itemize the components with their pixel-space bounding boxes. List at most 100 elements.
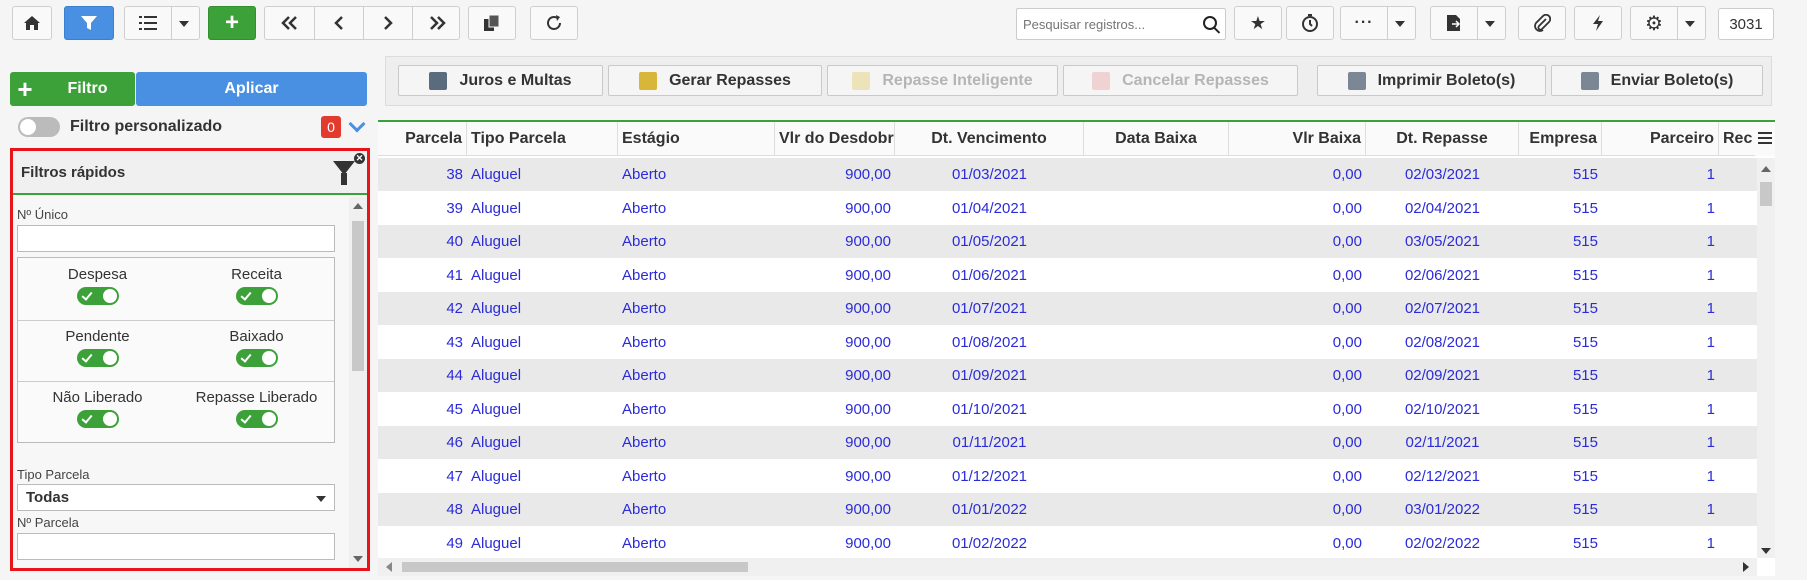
cell-data-baixa[interactable] bbox=[1084, 493, 1229, 526]
next-record-button[interactable] bbox=[363, 7, 412, 39]
scroll-thumb[interactable] bbox=[402, 562, 748, 572]
search-icon[interactable] bbox=[1203, 16, 1217, 30]
grid-horizontal-scrollbar[interactable] bbox=[378, 558, 1757, 576]
scroll-up-icon[interactable] bbox=[353, 203, 363, 209]
cell-empresa[interactable]: 515 bbox=[1519, 359, 1602, 392]
cell-parcela[interactable]: 46 bbox=[378, 426, 467, 459]
prev-record-button[interactable] bbox=[314, 7, 363, 39]
column-header-tipo-parcela[interactable]: Tipo Parcela bbox=[467, 122, 618, 156]
table-row[interactable]: 40 Aluguel Aberto 900,00 01/05/2021 0,00 03/05… bbox=[378, 225, 1757, 258]
cell-parceiro[interactable]: 1 bbox=[1602, 460, 1719, 493]
cell-parcela[interactable]: 49 bbox=[378, 527, 467, 560]
scroll-down-icon[interactable] bbox=[1761, 548, 1771, 554]
cell-empresa[interactable]: 515 bbox=[1519, 460, 1602, 493]
cell-parcela[interactable]: 48 bbox=[378, 493, 467, 526]
refresh-button[interactable] bbox=[530, 6, 578, 40]
cell-estagio[interactable]: Aberto bbox=[618, 192, 775, 225]
cell-parcela[interactable]: 47 bbox=[378, 460, 467, 493]
cell-data-baixa[interactable] bbox=[1084, 527, 1229, 560]
timer-button[interactable] bbox=[1286, 6, 1334, 40]
cell-parcela[interactable]: 39 bbox=[378, 192, 467, 225]
cell-vlr-baixa[interactable]: 0,00 bbox=[1229, 460, 1366, 493]
cell-empresa[interactable]: 515 bbox=[1519, 527, 1602, 560]
repasse-inteligente-button[interactable]: Repasse Inteligente bbox=[827, 65, 1058, 96]
cell-vlr-desdobra[interactable]: 900,00 bbox=[775, 493, 895, 526]
cell-data-baixa[interactable] bbox=[1084, 426, 1229, 459]
cell-vlr-baixa[interactable]: 0,00 bbox=[1229, 493, 1366, 526]
cell-vlr-desdobra[interactable]: 900,00 bbox=[775, 359, 895, 392]
toggle-switch[interactable] bbox=[76, 410, 119, 428]
duplicate-button[interactable] bbox=[468, 6, 516, 40]
juros-multas-button[interactable]: Juros e Multas bbox=[398, 65, 603, 96]
cell-empresa[interactable]: 515 bbox=[1519, 259, 1602, 292]
cell-vlr-baixa[interactable]: 0,00 bbox=[1229, 192, 1366, 225]
cell-vlr-desdobra[interactable]: 900,00 bbox=[775, 292, 895, 325]
cell-parcela[interactable]: 45 bbox=[378, 393, 467, 426]
cell-tipo-parcela[interactable]: Aluguel bbox=[467, 292, 618, 325]
gerar-repasses-button[interactable]: Gerar Repasses bbox=[608, 65, 822, 96]
cell-dt-repasse[interactable]: 02/06/2021 bbox=[1366, 259, 1519, 292]
cell-vlr-baixa[interactable]: 0,00 bbox=[1229, 326, 1366, 359]
cell-vlr-baixa[interactable]: 0,00 bbox=[1229, 259, 1366, 292]
search-input[interactable] bbox=[1017, 9, 1192, 39]
cell-parceiro[interactable]: 1 bbox=[1602, 393, 1719, 426]
column-header-empresa[interactable]: Empresa bbox=[1519, 122, 1602, 156]
add-button[interactable]: + bbox=[208, 6, 256, 40]
cell-dt-vencimento[interactable]: 01/10/2021 bbox=[895, 393, 1084, 426]
column-header-vlr-baixa[interactable]: Vlr Baixa bbox=[1229, 122, 1366, 156]
cell-data-baixa[interactable] bbox=[1084, 359, 1229, 392]
cell-data-baixa[interactable] bbox=[1084, 326, 1229, 359]
cell-tipo-parcela[interactable]: Aluguel bbox=[467, 192, 618, 225]
cell-parceiro[interactable]: 1 bbox=[1602, 158, 1719, 191]
cell-empresa[interactable]: 515 bbox=[1519, 192, 1602, 225]
cell-dt-vencimento[interactable]: 01/11/2021 bbox=[895, 426, 1084, 459]
cell-dt-vencimento[interactable]: 01/01/2022 bbox=[895, 493, 1084, 526]
numero-unico-input[interactable] bbox=[17, 225, 335, 252]
table-row[interactable]: 43 Aluguel Aberto 900,00 01/08/2021 0,00 02/08… bbox=[378, 325, 1757, 359]
cell-dt-repasse[interactable]: 02/07/2021 bbox=[1366, 292, 1519, 325]
cell-tipo-parcela[interactable]: Aluguel bbox=[467, 158, 618, 191]
cell-empresa[interactable]: 515 bbox=[1519, 292, 1602, 325]
cell-empresa[interactable]: 515 bbox=[1519, 393, 1602, 426]
cell-data-baixa[interactable] bbox=[1084, 158, 1229, 191]
cell-dt-vencimento[interactable]: 01/03/2021 bbox=[895, 158, 1084, 191]
cell-parceiro[interactable]: 1 bbox=[1602, 426, 1719, 459]
cell-tipo-parcela[interactable]: Aluguel bbox=[467, 259, 618, 292]
table-row[interactable]: 47 Aluguel Aberto 900,00 01/12/2021 0,00 02/12… bbox=[378, 459, 1757, 493]
table-row[interactable]: 46 Aluguel Aberto 900,00 01/11/2021 0,00 02/11… bbox=[378, 426, 1757, 459]
cell-parcela[interactable]: 44 bbox=[378, 359, 467, 392]
favorite-button[interactable]: ★ bbox=[1234, 6, 1282, 40]
cancelar-repasses-button[interactable]: Cancelar Repasses bbox=[1063, 65, 1298, 96]
column-header-vlr-desdobra[interactable]: Vlr do Desdobra bbox=[775, 122, 895, 156]
scroll-up-icon[interactable] bbox=[1761, 166, 1771, 172]
chevron-down-icon[interactable] bbox=[1395, 21, 1405, 27]
cell-dt-repasse[interactable]: 02/03/2021 bbox=[1366, 158, 1519, 191]
cell-vlr-desdobra[interactable]: 900,00 bbox=[775, 326, 895, 359]
chevron-down-icon[interactable] bbox=[348, 115, 366, 133]
chevron-down-icon[interactable] bbox=[1485, 21, 1495, 27]
cell-vlr-baixa[interactable]: 0,00 bbox=[1229, 527, 1366, 560]
table-row[interactable]: 48 Aluguel Aberto 900,00 01/01/2022 0,00 03/01… bbox=[378, 493, 1757, 526]
cell-vlr-desdobra[interactable]: 900,00 bbox=[775, 460, 895, 493]
cell-empresa[interactable]: 515 bbox=[1519, 225, 1602, 258]
panel-scrollbar[interactable] bbox=[349, 197, 367, 568]
cell-dt-repasse[interactable]: 02/02/2022 bbox=[1366, 527, 1519, 560]
cell-dt-repasse[interactable]: 02/11/2021 bbox=[1366, 426, 1519, 459]
toggle-switch[interactable] bbox=[235, 287, 278, 305]
cell-parcela[interactable]: 41 bbox=[378, 259, 467, 292]
filter-button[interactable] bbox=[64, 6, 114, 40]
list-view-button[interactable] bbox=[124, 6, 200, 40]
cell-tipo-parcela[interactable]: Aluguel bbox=[467, 225, 618, 258]
scroll-thumb[interactable] bbox=[352, 221, 364, 371]
cell-data-baixa[interactable] bbox=[1084, 259, 1229, 292]
attach-button[interactable] bbox=[1518, 6, 1566, 40]
cell-vlr-desdobra[interactable]: 900,00 bbox=[775, 192, 895, 225]
chevron-down-icon[interactable] bbox=[1685, 21, 1695, 27]
cell-dt-vencimento[interactable]: 01/06/2021 bbox=[895, 259, 1084, 292]
cell-data-baixa[interactable] bbox=[1084, 192, 1229, 225]
custom-filter-toggle[interactable] bbox=[18, 117, 60, 137]
cell-parceiro[interactable]: 1 bbox=[1602, 326, 1719, 359]
numero-parcela-input[interactable] bbox=[17, 533, 335, 560]
toggle-switch[interactable] bbox=[76, 349, 119, 367]
cell-parcela[interactable]: 38 bbox=[378, 158, 467, 191]
